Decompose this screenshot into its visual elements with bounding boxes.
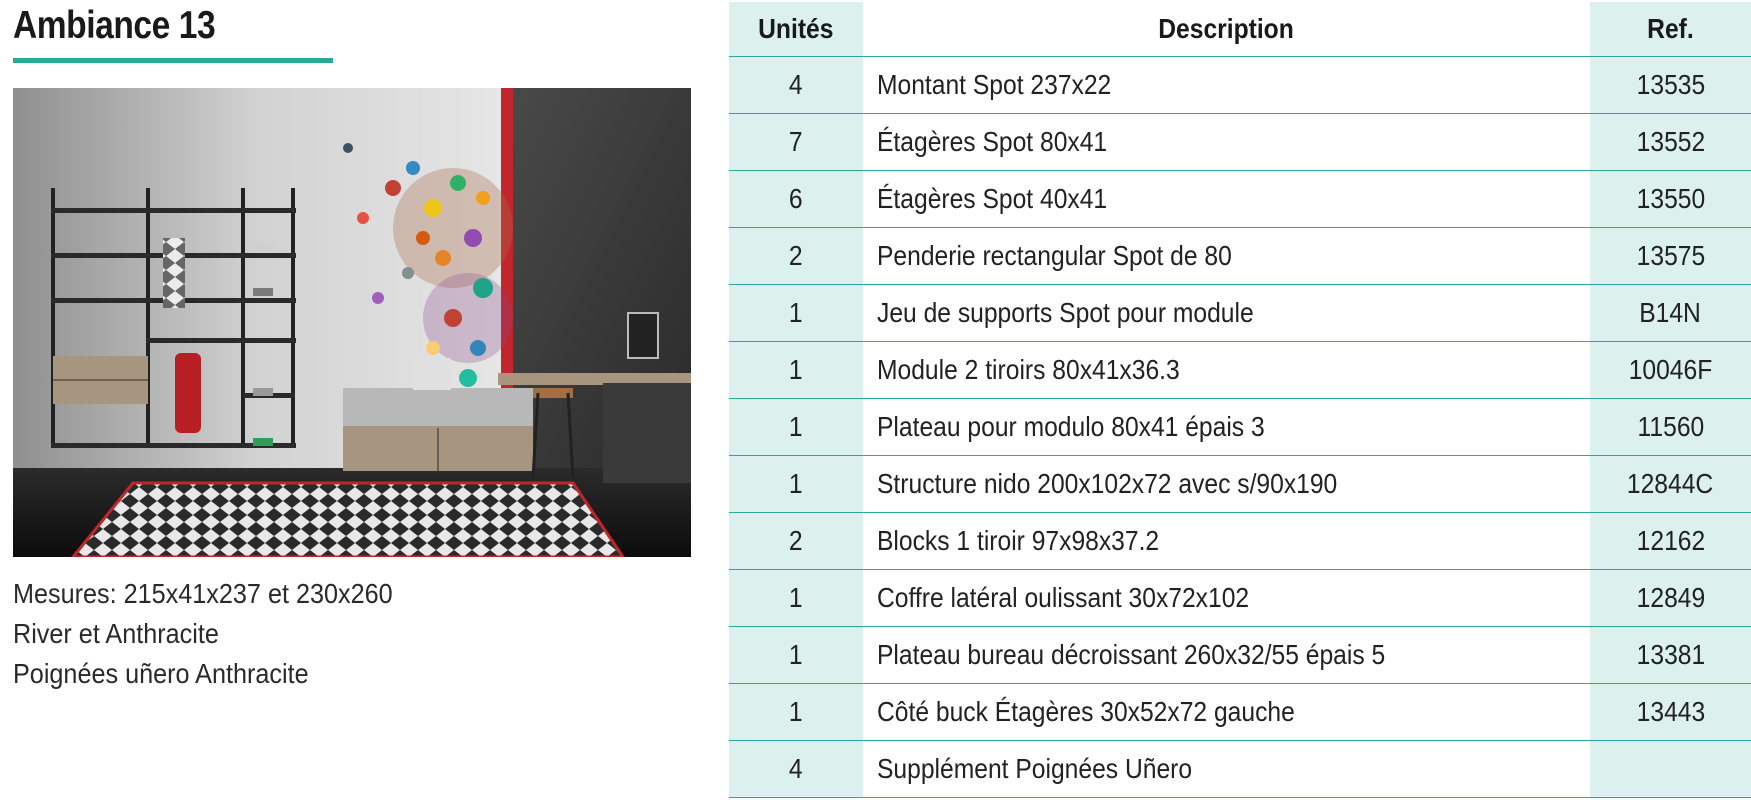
column-header-units: Unités bbox=[729, 2, 863, 57]
units-cell: 2 bbox=[729, 512, 863, 570]
table-row: 1 Plateau bureau décroissant 260x32/55 é… bbox=[729, 626, 1751, 684]
table-row: 1 Coffre latéral oulissant 30x72x102 128… bbox=[729, 569, 1751, 627]
ref-cell: 13552 bbox=[1590, 113, 1751, 171]
ref-cell: 12844C bbox=[1590, 455, 1751, 513]
units-cell: 1 bbox=[729, 569, 863, 627]
table-row: 1 Structure nido 200x102x72 avec s/90x19… bbox=[729, 455, 1751, 513]
table-row: 4 Montant Spot 237x22 13535 bbox=[729, 56, 1751, 114]
description-cell: Côté buck Étagères 30x52x72 gauche bbox=[863, 683, 1590, 741]
ref-cell: 13443 bbox=[1590, 683, 1751, 741]
description-cell: Structure nido 200x102x72 avec s/90x190 bbox=[863, 455, 1590, 513]
page-title: Ambiance 13 bbox=[13, 4, 216, 47]
table-row: 1 Plateau pour modulo 80x41 épais 3 1156… bbox=[729, 398, 1751, 456]
parts-table: Unités Description Ref. 4 Montant Spot 2… bbox=[729, 2, 1751, 798]
ref-cell: B14N bbox=[1590, 284, 1751, 342]
units-cell: 1 bbox=[729, 683, 863, 741]
units-cell: 4 bbox=[729, 740, 863, 798]
units-cell: 1 bbox=[729, 626, 863, 684]
ref-cell: 13535 bbox=[1590, 56, 1751, 114]
ref-cell: 11560 bbox=[1590, 398, 1751, 456]
units-cell: 6 bbox=[729, 170, 863, 228]
table-row: 4 Supplément Poignées Uñero bbox=[729, 740, 1751, 798]
table-row: 2 Penderie rectangular Spot de 80 13575 bbox=[729, 227, 1751, 285]
room-photo bbox=[13, 88, 691, 557]
specifications: Mesures: 215x41x237 et 230x260 River et … bbox=[13, 574, 435, 694]
spec-measurements: Mesures: 215x41x237 et 230x260 bbox=[13, 578, 393, 609]
units-cell: 1 bbox=[729, 455, 863, 513]
description-cell: Montant Spot 237x22 bbox=[863, 56, 1590, 114]
description-cell: Étagères Spot 40x41 bbox=[863, 170, 1590, 228]
column-header-ref: Ref. bbox=[1590, 2, 1751, 57]
description-cell: Supplément Poignées Uñero bbox=[863, 740, 1590, 798]
description-cell: Jeu de supports Spot pour module bbox=[863, 284, 1590, 342]
description-cell: Étagères Spot 80x41 bbox=[863, 113, 1590, 171]
table-row: 7 Étagères Spot 80x41 13552 bbox=[729, 113, 1751, 171]
ref-cell: 10046F bbox=[1590, 341, 1751, 399]
spec-finish: River et Anthracite bbox=[13, 618, 219, 649]
units-cell: 4 bbox=[729, 56, 863, 114]
title-underline bbox=[13, 58, 333, 63]
table-row: 2 Blocks 1 tiroir 97x98x37.2 12162 bbox=[729, 512, 1751, 570]
units-cell: 7 bbox=[729, 113, 863, 171]
description-cell: Coffre latéral oulissant 30x72x102 bbox=[863, 569, 1590, 627]
ref-cell: 12849 bbox=[1590, 569, 1751, 627]
spec-handles: Poignées uñero Anthracite bbox=[13, 658, 309, 689]
description-cell: Module 2 tiroirs 80x41x36.3 bbox=[863, 341, 1590, 399]
table-row: 6 Étagères Spot 40x41 13550 bbox=[729, 170, 1751, 228]
ref-cell: 12162 bbox=[1590, 512, 1751, 570]
description-cell: Plateau bureau décroissant 260x32/55 épa… bbox=[863, 626, 1590, 684]
column-header-description: Description bbox=[863, 2, 1590, 57]
description-cell: Blocks 1 tiroir 97x98x37.2 bbox=[863, 512, 1590, 570]
table-row: 1 Jeu de supports Spot pour module B14N bbox=[729, 284, 1751, 342]
ref-cell bbox=[1590, 740, 1751, 798]
ref-cell: 13381 bbox=[1590, 626, 1751, 684]
units-cell: 2 bbox=[729, 227, 863, 285]
ref-cell: 13550 bbox=[1590, 170, 1751, 228]
units-cell: 1 bbox=[729, 398, 863, 456]
ref-cell: 13575 bbox=[1590, 227, 1751, 285]
table-row: 1 Module 2 tiroirs 80x41x36.3 10046F bbox=[729, 341, 1751, 399]
description-cell: Plateau pour modulo 80x41 épais 3 bbox=[863, 398, 1590, 456]
units-cell: 1 bbox=[729, 284, 863, 342]
description-cell: Penderie rectangular Spot de 80 bbox=[863, 227, 1590, 285]
table-header-row: Unités Description Ref. bbox=[729, 2, 1751, 57]
units-cell: 1 bbox=[729, 341, 863, 399]
table-row: 1 Côté buck Étagères 30x52x72 gauche 134… bbox=[729, 683, 1751, 741]
